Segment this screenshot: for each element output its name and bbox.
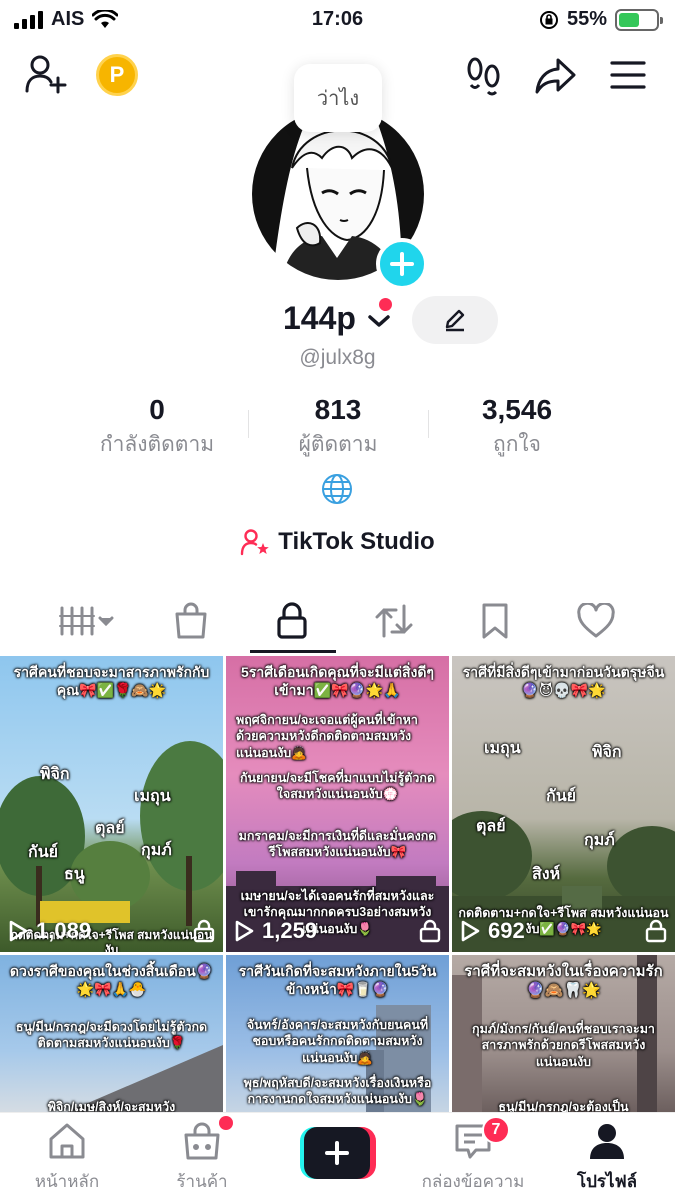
tab-liked[interactable] xyxy=(546,588,646,654)
lock-icon xyxy=(419,919,441,943)
video-thumbnail[interactable]: ราศีคนที่ชอบจะมาสารภาพรักกับคุณ🎀✅🌹🙈🌟 พิจ… xyxy=(0,656,223,952)
nav-profile[interactable]: โปรไฟล์ xyxy=(547,1121,667,1195)
add-story-button[interactable] xyxy=(376,238,428,290)
lock-icon xyxy=(193,919,215,943)
battery-percent: 55% xyxy=(566,8,607,30)
creator-star-icon xyxy=(241,529,270,556)
globe-icon[interactable] xyxy=(320,472,354,511)
bookmark-icon xyxy=(482,603,508,639)
footprints-icon[interactable] xyxy=(466,56,502,96)
video-grid: ราศีคนที่ชอบจะมาสารภาพรักกับคุณ🎀✅🌹🙈🌟 พิจ… xyxy=(0,656,675,1112)
stat-divider xyxy=(428,410,429,438)
user-handle: @julx8g xyxy=(299,346,376,369)
following-stat[interactable]: 0 กำลังติดตาม xyxy=(57,394,257,461)
avatar[interactable] xyxy=(252,108,428,290)
tiktok-studio-link[interactable]: TikTok Studio xyxy=(0,528,675,556)
profile-stats: 0 กำลังติดตาม 813 ผู้ติดตาม 3,546 ถูกใจ xyxy=(0,394,675,456)
video-thumbnail[interactable]: ราศีที่จะสมหวังในเรื่องความรัก🔮🙈🦷🌟 กุมภ์… xyxy=(452,955,675,1112)
shop-bag-icon xyxy=(184,1122,220,1160)
video-meta: 1,259 xyxy=(234,918,441,944)
tab-private[interactable] xyxy=(242,588,342,654)
nav-inbox[interactable]: กล่องข้อความ xyxy=(413,1121,533,1195)
shopping-bag-icon xyxy=(175,602,207,639)
heart-icon xyxy=(577,603,615,638)
video-thumbnail[interactable]: ดวงราศีของคุณในช่วงสิ้นเดือน🔮🌟🎀🙏🐣 ธนู/มี… xyxy=(0,955,223,1112)
play-icon xyxy=(461,920,480,942)
username[interactable]: 144p xyxy=(283,300,391,337)
content-tabs xyxy=(0,588,675,654)
note-bubble[interactable]: ว่าไง xyxy=(294,64,382,132)
tab-videos[interactable] xyxy=(36,588,136,654)
lock-icon xyxy=(645,919,667,943)
nav-shop[interactable]: ร้านค้า xyxy=(142,1121,262,1195)
tab-favorites[interactable] xyxy=(445,588,545,654)
bottom-navigation: หน้าหลัก ร้านค้า กล่องข้อความ โปรไฟล์ xyxy=(0,1112,675,1200)
inbox-badge: 7 xyxy=(482,1116,510,1144)
pencil-icon xyxy=(445,309,465,332)
edit-profile-button[interactable] xyxy=(412,296,498,344)
create-video-button[interactable] xyxy=(300,1127,376,1179)
tab-shop[interactable] xyxy=(141,588,241,654)
rotation-lock-icon xyxy=(539,10,558,29)
menu-icon[interactable] xyxy=(610,60,646,90)
coins-icon[interactable]: P xyxy=(96,54,138,96)
notification-dot xyxy=(379,298,392,311)
add-friend-icon[interactable] xyxy=(24,54,68,94)
followers-stat[interactable]: 813 ผู้ติดตาม xyxy=(238,394,438,461)
repost-icon xyxy=(375,604,413,638)
video-thumbnail[interactable]: 5ราศีเดือนเกิดคุณที่จะมีแต่สิ่งดีๆเข้ามา… xyxy=(226,656,449,952)
video-meta: 1,089 xyxy=(8,918,215,944)
status-bar: AIS 17:06 55% xyxy=(0,0,675,40)
video-meta: 692 xyxy=(460,918,667,944)
home-icon xyxy=(49,1123,85,1159)
trees-illustration xyxy=(0,741,223,926)
battery-icon xyxy=(615,8,663,31)
active-tab-indicator xyxy=(250,650,336,653)
stat-divider xyxy=(248,410,249,438)
username-row: 144p xyxy=(0,296,675,346)
lock-icon xyxy=(277,602,307,639)
shop-notification-dot xyxy=(219,1116,233,1130)
profile-icon xyxy=(590,1124,624,1159)
grid-icon xyxy=(59,606,114,636)
play-icon xyxy=(235,920,254,942)
chevron-down-icon xyxy=(368,314,390,327)
share-icon[interactable] xyxy=(534,56,578,96)
nav-home[interactable]: หน้าหลัก xyxy=(7,1121,127,1195)
plus-icon xyxy=(325,1141,349,1165)
likes-stat[interactable]: 3,546 ถูกใจ xyxy=(417,394,617,461)
video-thumbnail[interactable]: ราศีวันเกิดที่จะสมหวังภายใน5วันข้างหน้า🎀… xyxy=(226,955,449,1112)
play-icon xyxy=(9,920,28,942)
tab-reposts[interactable] xyxy=(344,588,444,654)
video-thumbnail[interactable]: ราศีที่มีสิ่งดีๆเข้ามาก่อนวันตรุษจีน🔮😈💀🎀… xyxy=(452,656,675,952)
